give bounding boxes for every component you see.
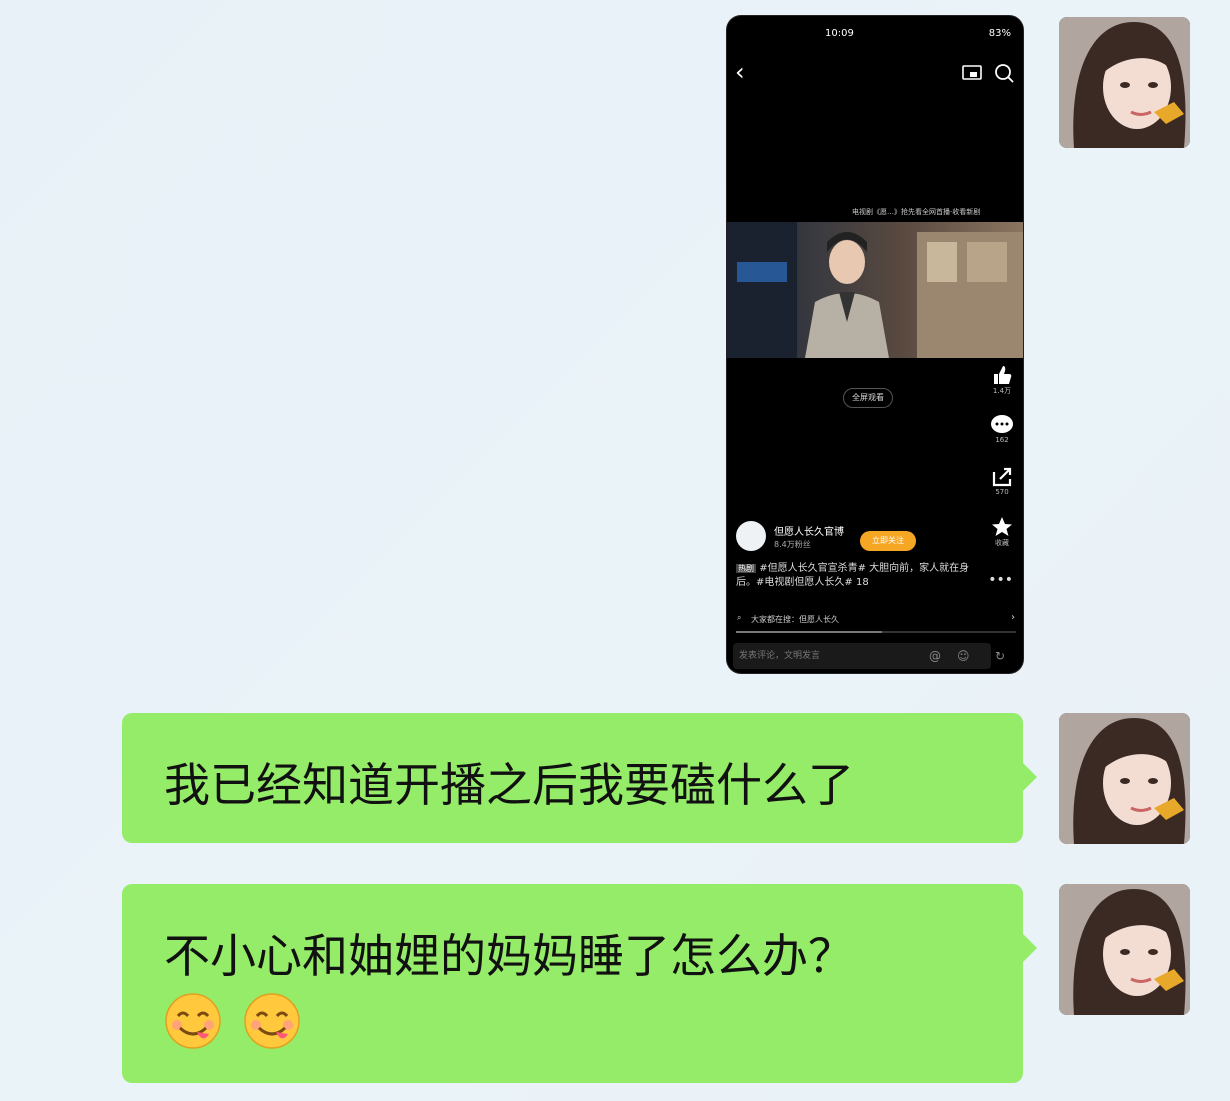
comment-count: 162 <box>995 436 1009 444</box>
desc-count: 18 <box>855 577 869 588</box>
like-button[interactable]: 1.4万 <box>987 364 1017 396</box>
favorite-label: 收藏 <box>995 539 1009 547</box>
related-search-text: 大家都在搜：但愿人长久 <box>751 615 839 624</box>
desc-text: #但愿人长久官宣杀青# 大胆向前，家人就在身后。#电视剧但愿人长久# <box>736 563 970 588</box>
emoji-row <box>164 992 307 1050</box>
message-text: 不小心和妯娌的妈妈睡了怎么办？ <box>164 929 854 983</box>
message-bubble[interactable]: 我已经知道开播之后我要磕什么了 <box>122 713 1037 843</box>
mention-icon[interactable]: @ <box>929 649 941 663</box>
thumbs-up-icon <box>994 366 1012 384</box>
avatar-photo <box>1059 713 1190 844</box>
search-small-icon: ⌕ <box>737 613 742 622</box>
message-bubble[interactable]: 不小心和妯娌的妈妈睡了怎么办？ <box>122 884 1037 1083</box>
favorite-button[interactable]: 收藏 <box>987 516 1017 548</box>
status-bar: 10:09 83% <box>727 26 1023 42</box>
comment-button[interactable]: 162 <box>987 414 1017 444</box>
share-button[interactable]: 570 <box>987 466 1017 496</box>
cast-icon[interactable] <box>961 62 983 84</box>
post-description[interactable]: 热剧 #但愿人长久官宣杀青# 大胆向前，家人就在身后。#电视剧但愿人长久# 18 <box>736 562 976 590</box>
account-name[interactable]: 但愿人长久官博 <box>774 523 844 538</box>
rotate-icon[interactable]: ↻ <box>995 649 1005 663</box>
video-frame[interactable] <box>727 222 1023 358</box>
message-text: 我已经知道开播之后我要磕什么了 <box>164 758 854 812</box>
follow-button[interactable]: 立即关注 <box>860 531 916 551</box>
yum-emoji-icon <box>165 993 221 1049</box>
video-thumbnail <box>727 222 1023 358</box>
account-fans: 8.4万粉丝 <box>774 540 811 549</box>
share-icon <box>992 467 1012 487</box>
video-caption: 电视剧《愿…》抢先看全网首播·收看新剧 <box>852 208 981 216</box>
comment-icon <box>991 415 1013 433</box>
more-icon[interactable]: ••• <box>988 572 1013 588</box>
video-progress[interactable] <box>736 631 1016 633</box>
share-count: 570 <box>995 488 1009 496</box>
related-search[interactable]: ⌕ 大家都在搜：但愿人长久 › <box>727 609 1023 631</box>
comment-bar: 发表评论，文明发言 @ ☺ ↻ <box>727 641 1023 673</box>
emoji-icon[interactable]: ☺ <box>957 649 970 663</box>
battery-level: 83% <box>988 28 1011 39</box>
fullscreen-button[interactable]: 全屏观看 <box>843 388 893 408</box>
like-count: 1.4万 <box>992 387 1012 395</box>
avatar[interactable] <box>1059 884 1190 1015</box>
comment-input[interactable]: 发表评论，文明发言 <box>733 643 991 669</box>
desc-tag: 热剧 <box>736 564 756 573</box>
image-message[interactable]: 10:09 83% ‹ 电视剧《愿…》抢先看全网首播·收看新剧 全屏观看 1.4… <box>727 16 1023 673</box>
yum-emoji-icon <box>243 993 300 1049</box>
star-icon <box>992 517 1012 536</box>
avatar[interactable] <box>1059 17 1190 148</box>
status-time: 10:09 <box>825 28 854 39</box>
account-avatar[interactable] <box>736 521 766 551</box>
chevron-right-icon: › <box>1011 612 1015 623</box>
avatar-photo <box>1059 17 1190 148</box>
top-bar: ‹ <box>727 60 1023 90</box>
avatar[interactable] <box>1059 713 1190 844</box>
back-icon[interactable]: ‹ <box>735 60 745 84</box>
avatar-photo <box>1059 884 1190 1015</box>
search-icon[interactable] <box>993 62 1015 84</box>
